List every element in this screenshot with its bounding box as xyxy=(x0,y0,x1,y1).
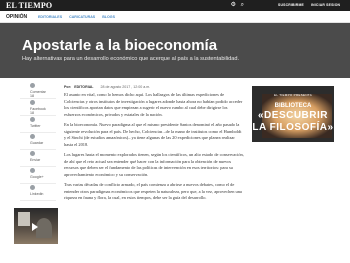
nav-link-caricaturas[interactable]: CARICATURAS xyxy=(69,15,95,19)
article-title: Apostarle a la bioeconomía xyxy=(22,37,218,54)
share-count: 18 xyxy=(30,94,34,98)
top-icons: ⚙ ⌕ xyxy=(228,1,244,9)
share-label: Guardar xyxy=(30,141,44,145)
paragraph: En la bioeconomía. Nuevo paradigma al qu… xyxy=(64,122,242,147)
comment-icon xyxy=(30,83,35,88)
share-count: 18 xyxy=(30,111,34,115)
section-title[interactable]: OPINIÓN xyxy=(6,14,27,20)
subscribe-link[interactable]: SUSCRIBIRME xyxy=(278,3,304,7)
article-meta: Por: EDITORIAL 28 de agosto 2017 , 12:00 a… xyxy=(64,85,150,89)
twitter-icon xyxy=(30,117,35,122)
search-icon[interactable]: ⌕ xyxy=(241,2,244,8)
top-bar: EL TIEMPO ⚙ ⌕ SUSCRIBIRME INICIAR SESION xyxy=(0,0,350,11)
subsection-links: EDITORIALES CARICATURAS BLOGS xyxy=(38,15,121,19)
article-subtitle: Hay alternativas para un desarrollo econ… xyxy=(22,56,240,62)
nav-link-blogs[interactable]: BLOGS xyxy=(102,15,115,19)
site-logo[interactable]: EL TIEMPO xyxy=(6,1,52,10)
share-label: Google+ xyxy=(30,175,44,179)
promo-presenter: EL TIEMPO PRESENTA xyxy=(273,93,313,97)
settings-icon[interactable]: ⚙ xyxy=(231,2,236,8)
share-google[interactable]: Google+ xyxy=(20,167,56,184)
login-link[interactable]: INICIAR SESION xyxy=(311,3,340,7)
google-icon xyxy=(30,168,35,173)
paragraph: Tras varias décadas de conflicto armado,… xyxy=(64,182,242,200)
thumbnail-image-part xyxy=(18,212,30,226)
promo-title-line2: LA FILOSOFÍA» xyxy=(252,122,334,133)
thumbnail-image-part xyxy=(36,218,52,238)
promo-title-line1: «DESCUBRIR xyxy=(257,110,328,121)
linkedin-icon xyxy=(30,185,35,190)
play-icon xyxy=(32,223,38,231)
bookmark-icon xyxy=(30,134,35,139)
print-icon xyxy=(30,151,35,156)
share-send[interactable]: Enviar xyxy=(20,150,56,167)
share-linkedin[interactable]: Linkedin xyxy=(20,184,56,201)
share-label: Linkedin xyxy=(30,192,44,196)
share-column: Comentar 18 Facebook 18 Twitter Guardar … xyxy=(20,82,56,201)
share-twitter[interactable]: Twitter xyxy=(20,116,56,133)
article-hero: Apostarle a la bioeconomía Hay alternati… xyxy=(0,23,350,78)
share-bookmark[interactable]: Guardar xyxy=(20,133,56,150)
byline-prefix: Por: xyxy=(64,85,72,89)
share-facebook[interactable]: Facebook 18 xyxy=(20,99,56,116)
nav-link-editoriales[interactable]: EDITORIALES xyxy=(38,15,62,19)
author[interactable]: EDITORIAL xyxy=(74,85,93,89)
article-body: El asunto en vital, como lo hemos dicho … xyxy=(64,92,244,206)
promo-banner[interactable]: EL TIEMPO PRESENTA BIBLIOTECA «DESCUBRIR… xyxy=(252,86,334,142)
paragraph: El asunto en vital, como lo hemos dicho … xyxy=(64,92,243,117)
section-nav: OPINIÓN EDITORIALES CARICATURAS BLOGS xyxy=(0,11,350,23)
facebook-icon xyxy=(30,100,35,105)
share-comment[interactable]: Comentar 18 xyxy=(20,82,56,99)
share-label: Twitter xyxy=(30,124,41,128)
share-label: Enviar xyxy=(30,158,41,162)
paragraph: Los lugares hasta el momento explorados … xyxy=(64,152,244,177)
video-thumbnail[interactable] xyxy=(14,208,58,244)
promo-label: BIBLIOTECA xyxy=(274,103,312,109)
publish-date: 28 de agosto 2017 , 12:00 a.m. xyxy=(100,85,151,89)
